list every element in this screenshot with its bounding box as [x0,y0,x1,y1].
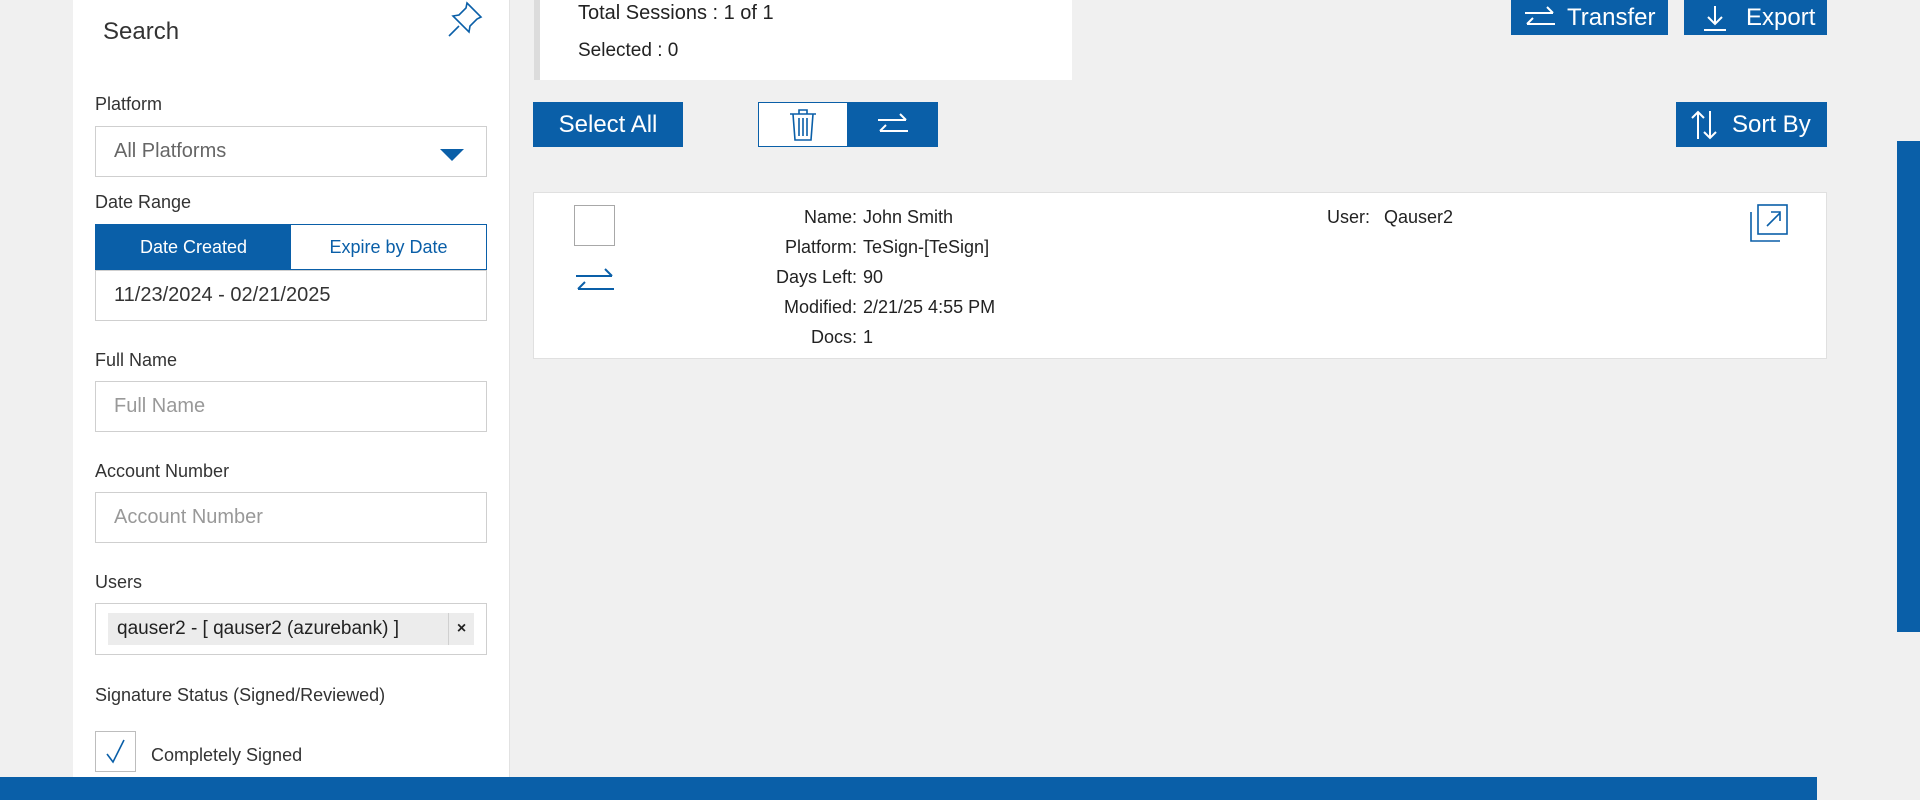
platform-select[interactable]: All Platforms [95,126,487,177]
tab-date-created[interactable]: Date Created [96,225,291,269]
session-days-left: 90 [863,267,884,287]
scrollbar[interactable] [1897,141,1920,632]
external-open-icon[interactable] [1749,203,1789,248]
date-range-label: Date Range [95,192,192,212]
transfer-label: Transfer [1567,3,1656,31]
session-user: Qauser2 [1384,207,1454,227]
delete-button[interactable] [758,102,848,147]
account-number-placeholder: Account Number [114,506,263,528]
sort-icon [1691,110,1717,139]
user-key: User: [1327,207,1371,227]
sort-by-label: Sort By [1732,110,1811,138]
full-name-field[interactable]: Full Name [95,381,487,432]
name-key: Name: [803,207,857,227]
transfer-icon [1525,5,1555,25]
sidebar-title: Search [103,18,180,45]
checkmark-icon [106,739,125,764]
swap-icon [576,268,614,290]
date-range-input[interactable]: 11/23/2024 - 02/21/2025 [95,270,487,321]
full-name-placeholder: Full Name [114,395,206,417]
users-select[interactable]: qauser2 - [ qauser2 (azurebank) ] × [95,603,487,655]
export-button[interactable]: Export [1684,0,1827,35]
completely-signed-label: Completely Signed [151,745,303,765]
platform-label: Platform [95,94,163,114]
bottom-bar [0,777,1817,800]
select-all-label: Select All [558,110,658,138]
session-platform: TeSign-[TeSign] [863,237,990,257]
transfer-session-button[interactable] [574,265,616,304]
platform-key: Platform: [784,237,857,257]
full-name-label: Full Name [95,350,178,370]
modified-key: Modified: [783,297,857,317]
account-number-label: Account Number [95,461,230,481]
swap-icon [877,112,908,132]
docs-key: Docs: [810,327,857,347]
search-sidebar: Search Platform All Platforms Date Range… [73,0,510,800]
selected-count: Selected : 0 [578,40,679,61]
date-range-toggle: Date Created Expire by Date [95,224,487,270]
tab-expire-by-date[interactable]: Expire by Date [291,225,486,269]
transfer-selected-button[interactable] [847,102,938,147]
user-tag: qauser2 - [ qauser2 (azurebank) ] [108,613,448,645]
date-range-value: 11/23/2024 - 02/21/2025 [114,284,331,306]
signature-status-label: Signature Status (Signed/Reviewed) [95,685,386,705]
sort-by-button[interactable]: Sort By [1676,102,1827,147]
session-docs: 1 [863,327,874,347]
remove-icon[interactable]: × [448,613,474,645]
total-sessions: Total Sessions : 1 of 1 [578,2,774,24]
transfer-button[interactable]: Transfer [1511,0,1668,35]
pin-icon[interactable] [445,0,485,40]
session-name: John Smith [863,207,954,227]
trash-icon [790,108,816,141]
platform-select-value: All Platforms [114,140,227,162]
session-summary: Total Sessions : 1 of 1 Selected : 0 [534,0,1072,80]
users-label: Users [95,572,143,592]
select-all-button[interactable]: Select All [533,102,683,147]
session-card: Name: John Smith Platform: TeSign-[TeSig… [533,192,1827,359]
completely-signed-checkbox[interactable] [95,731,136,772]
session-modified: 2/21/25 4:55 PM [863,297,996,317]
days-left-key: Days Left: [775,267,857,287]
export-label: Export [1746,3,1816,31]
account-number-field[interactable]: Account Number [95,492,487,543]
export-icon [1704,5,1726,31]
session-checkbox[interactable] [574,205,615,246]
dropdown-caret-icon [440,149,464,161]
